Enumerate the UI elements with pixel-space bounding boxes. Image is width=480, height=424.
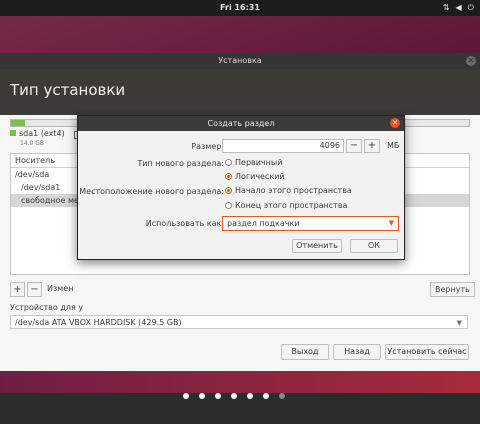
step-dot — [279, 393, 285, 399]
remove-partition-button[interactable]: − — [27, 282, 42, 297]
use-as-select[interactable]: раздел подкачки ▼ — [222, 216, 399, 231]
disk-usage-fill — [11, 120, 25, 126]
bootloader-device-select[interactable]: /dev/sda ATA VBOX HARDDISK (429.5 GB) ▼ — [10, 315, 468, 329]
step-dot — [215, 393, 221, 399]
chevron-down-icon: ▼ — [456, 319, 462, 327]
radio-on-icon — [225, 173, 232, 180]
size-label: Размер: — [191, 142, 224, 151]
location-label: Местоположение нового раздела: — [79, 187, 224, 196]
use-as-value: раздел подкачки — [227, 219, 300, 228]
partition-legend-size: 14.0 GB — [20, 140, 45, 147]
dialog-titlebar: Создать раздел ✕ — [78, 116, 404, 131]
chevron-down-icon: ▼ — [388, 219, 394, 227]
back-button[interactable]: Назад — [333, 344, 381, 360]
power-icon[interactable]: ⏻ — [468, 3, 474, 13]
window-title: Установка — [218, 56, 262, 65]
partition-type-label: Тип нового раздела: — [137, 159, 224, 168]
page-header: Тип установки — [0, 69, 480, 115]
create-partition-dialog: Создать раздел ✕ Размер: 4096 − + МБ Тип… — [77, 115, 405, 260]
type-logical-radio[interactable]: Логический — [225, 172, 285, 181]
clock[interactable]: Fri 16:31 — [0, 3, 480, 12]
ok-button[interactable]: ОК — [350, 239, 398, 253]
radio-off-icon — [225, 202, 232, 209]
radio-on-icon — [225, 187, 232, 194]
location-end-radio[interactable]: Конец этого пространства — [225, 201, 347, 210]
system-tray[interactable]: ⇅ ◀ ⏻ — [443, 3, 474, 13]
top-bar: Fri 16:31 ⇅ ◀ ⏻ — [0, 0, 480, 16]
window-close-icon[interactable]: ✕ — [466, 56, 476, 66]
location-start-radio[interactable]: Начало этого пространства — [225, 186, 352, 195]
step-dot — [263, 393, 269, 399]
use-as-label: Использовать как: — [145, 219, 224, 228]
window-titlebar: Установка ✕ — [0, 53, 480, 69]
location-start-label: Начало этого пространства — [235, 186, 352, 195]
add-partition-button[interactable]: + — [10, 282, 25, 297]
quit-button[interactable]: Выход — [281, 344, 329, 360]
location-end-label: Конец этого пространства — [235, 201, 348, 210]
type-logical-label: Логический — [235, 172, 285, 181]
partition-legend-label: sda1 (ext4) — [19, 129, 65, 138]
type-primary-label: Первичный — [235, 158, 283, 167]
page-title: Тип установки — [10, 81, 126, 99]
size-decrement-button[interactable]: − — [346, 139, 362, 153]
step-indicator — [183, 393, 285, 399]
bootloader-device-label: Устройство для у — [10, 303, 84, 312]
dialog-close-icon[interactable]: ✕ — [390, 118, 400, 128]
step-dot — [231, 393, 237, 399]
size-increment-button[interactable]: + — [364, 139, 380, 153]
dialog-title: Создать раздел — [207, 119, 275, 128]
volume-icon[interactable]: ◀ — [456, 3, 462, 13]
size-unit: МБ — [387, 141, 400, 150]
type-primary-radio[interactable]: Первичный — [225, 158, 282, 167]
step-dot — [199, 393, 205, 399]
desktop-background — [0, 371, 480, 393]
install-now-button[interactable]: Установить сейчас — [385, 344, 469, 360]
step-dot — [183, 393, 189, 399]
radio-off-icon — [225, 159, 232, 166]
revert-button[interactable]: Вернуть — [430, 282, 475, 297]
bootloader-device-value: /dev/sda ATA VBOX HARDDISK (429.5 GB) — [15, 318, 182, 327]
partition-legend: sda1 (ext4) 14.0 GB — [10, 129, 65, 147]
partition-swatch-icon — [10, 130, 16, 136]
step-dot — [247, 393, 253, 399]
cancel-button[interactable]: Отменить — [292, 239, 342, 253]
network-icon[interactable]: ⇅ — [443, 3, 450, 13]
size-input[interactable]: 4096 — [222, 139, 344, 153]
change-partition-button[interactable]: Измен — [47, 282, 73, 296]
